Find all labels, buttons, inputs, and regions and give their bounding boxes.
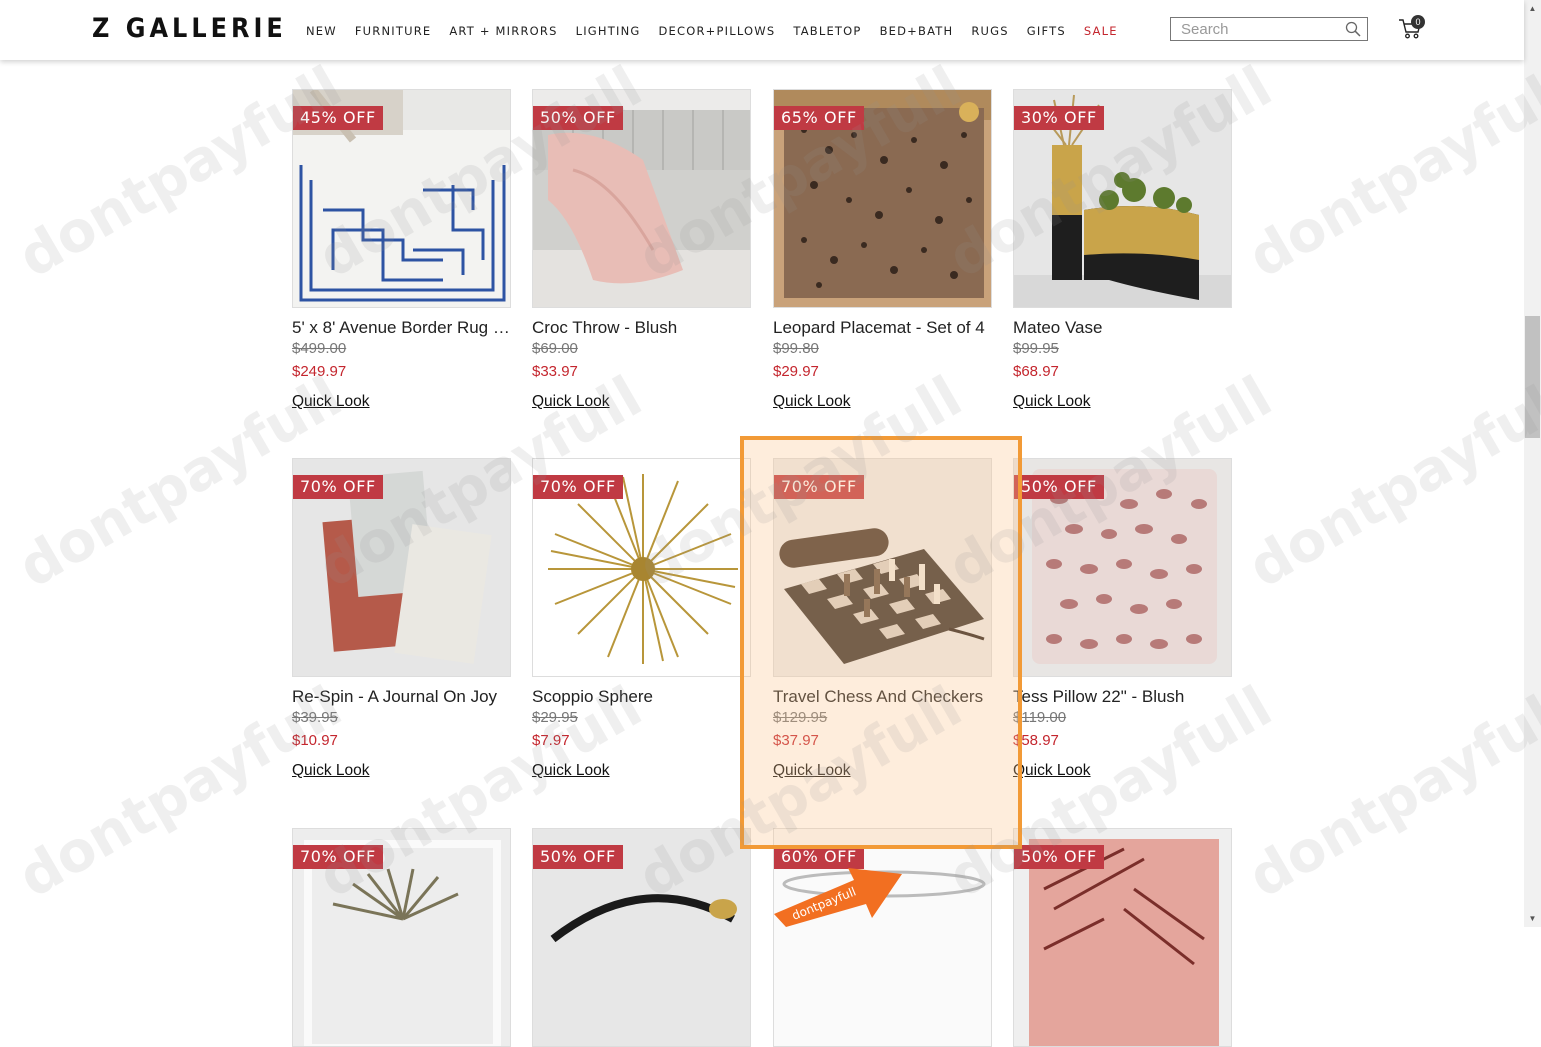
quick-look-link[interactable]: Quick Look — [773, 393, 851, 411]
nav-art-mirrors[interactable]: ART + MIRRORS — [449, 24, 557, 38]
original-price: $39.95 — [292, 709, 338, 726]
quick-look-link[interactable]: Quick Look — [532, 393, 610, 411]
product-image-row3-item2[interactable]: 50% OFF — [532, 828, 751, 1047]
sale-price: $68.97 — [1013, 363, 1059, 380]
discount-badge: 65% OFF — [774, 106, 864, 130]
scrollbar-thumb[interactable] — [1525, 316, 1540, 438]
product-image-row3-item3[interactable]: 60% OFF — [773, 828, 992, 1047]
page-scrollbar[interactable]: ▲ ▼ — [1524, 0, 1541, 927]
product-image-tess-pillow[interactable]: 50% OFF — [1013, 458, 1232, 677]
scroll-down-icon[interactable]: ▼ — [1524, 910, 1541, 927]
original-price: $119.00 — [1013, 709, 1067, 726]
product-name[interactable]: Scoppio Sphere — [532, 687, 751, 707]
sale-price: $58.97 — [1013, 732, 1059, 749]
sale-price: $10.97 — [292, 732, 338, 749]
product-image-re-spin-journal[interactable]: 70% OFF — [292, 458, 511, 677]
discount-badge: 50% OFF — [533, 106, 623, 130]
nav-sale[interactable]: SALE — [1084, 24, 1118, 38]
discount-badge: 45% OFF — [293, 106, 383, 130]
discount-badge: 50% OFF — [533, 845, 623, 869]
sale-price: $37.97 — [773, 732, 819, 749]
product-name[interactable]: Travel Chess And Checkers — [773, 687, 992, 707]
product-name[interactable]: Re-Spin - A Journal On Joy — [292, 687, 511, 707]
watermark: dontpayfull — [1237, 364, 1541, 601]
product-name[interactable]: Tess Pillow 22" - Blush — [1013, 687, 1232, 707]
product-name[interactable]: Croc Throw - Blush — [532, 318, 751, 338]
product-name[interactable]: 5' x 8' Avenue Border Rug - ... — [292, 318, 511, 338]
watermark: dontpayfull — [1237, 674, 1541, 911]
quick-look-link[interactable]: Quick Look — [532, 762, 610, 780]
product-image-wreath[interactable]: 70% OFF — [292, 828, 511, 1047]
nav-lighting[interactable]: LIGHTING — [576, 24, 641, 38]
product-image-row3-item4[interactable]: 50% OFF — [1013, 828, 1232, 1047]
sale-price: $33.97 — [532, 363, 578, 380]
site-logo[interactable]: Z GALLERIE — [92, 13, 287, 44]
original-price: $99.95 — [1013, 340, 1059, 357]
discount-badge: 50% OFF — [1014, 845, 1104, 869]
search-input[interactable] — [1171, 18, 1351, 40]
discount-badge: 70% OFF — [533, 475, 623, 499]
nav-new[interactable]: NEW — [306, 24, 337, 38]
main-nav: NEW FURNITURE ART + MIRRORS LIGHTING DEC… — [306, 24, 1136, 38]
sale-price: $249.97 — [292, 363, 347, 380]
site-header: Z GALLERIE NEW FURNITURE ART + MIRRORS L… — [0, 0, 1524, 60]
nav-bed-bath[interactable]: BED+BATH — [880, 24, 954, 38]
original-price: $99.80 — [773, 340, 819, 357]
nav-rugs[interactable]: RUGS — [971, 24, 1008, 38]
product-name[interactable]: Mateo Vase — [1013, 318, 1232, 338]
original-price: $29.95 — [532, 709, 578, 726]
product-name[interactable]: Leopard Placemat - Set of 4 — [773, 318, 992, 338]
discount-badge: 70% OFF — [774, 475, 864, 499]
sale-price: $29.97 — [773, 363, 819, 380]
discount-badge: 50% OFF — [1014, 475, 1104, 499]
watermark: dontpayfull — [1237, 54, 1541, 291]
product-image-leopard-placemat[interactable]: 65% OFF — [773, 89, 992, 308]
original-price: $69.00 — [532, 340, 578, 357]
nav-decor-pillows[interactable]: DECOR+PILLOWS — [658, 24, 775, 38]
quick-look-link[interactable]: Quick Look — [1013, 393, 1091, 411]
cart-count-badge: 0 — [1411, 15, 1425, 29]
discount-badge: 70% OFF — [293, 845, 383, 869]
scroll-up-icon[interactable]: ▲ — [1524, 0, 1541, 17]
discount-badge: 30% OFF — [1014, 106, 1104, 130]
nav-gifts[interactable]: GIFTS — [1027, 24, 1066, 38]
sale-price: $7.97 — [532, 732, 570, 749]
quick-look-link[interactable]: Quick Look — [292, 762, 370, 780]
nav-furniture[interactable]: FURNITURE — [355, 24, 432, 38]
search-icon[interactable] — [1345, 21, 1361, 37]
quick-look-link[interactable]: Quick Look — [773, 762, 851, 780]
nav-tabletop[interactable]: TABLETOP — [793, 24, 861, 38]
product-image-croc-throw[interactable]: 50% OFF — [532, 89, 751, 308]
quick-look-link[interactable]: Quick Look — [292, 393, 370, 411]
search-box — [1170, 17, 1368, 41]
product-image-scoppio-sphere[interactable]: 70% OFF — [532, 458, 751, 677]
original-price: $499.00 — [292, 340, 347, 357]
quick-look-link[interactable]: Quick Look — [1013, 762, 1091, 780]
arrow-stamp: dontpayfull — [774, 868, 902, 927]
product-image-avenue-rug[interactable]: 45% OFF — [292, 89, 511, 308]
original-price: $129.95 — [773, 709, 828, 726]
product-image-mateo-vase[interactable]: 30% OFF — [1013, 89, 1232, 308]
discount-badge: 70% OFF — [293, 475, 383, 499]
product-image-travel-chess[interactable]: 70% OFF — [773, 458, 992, 677]
